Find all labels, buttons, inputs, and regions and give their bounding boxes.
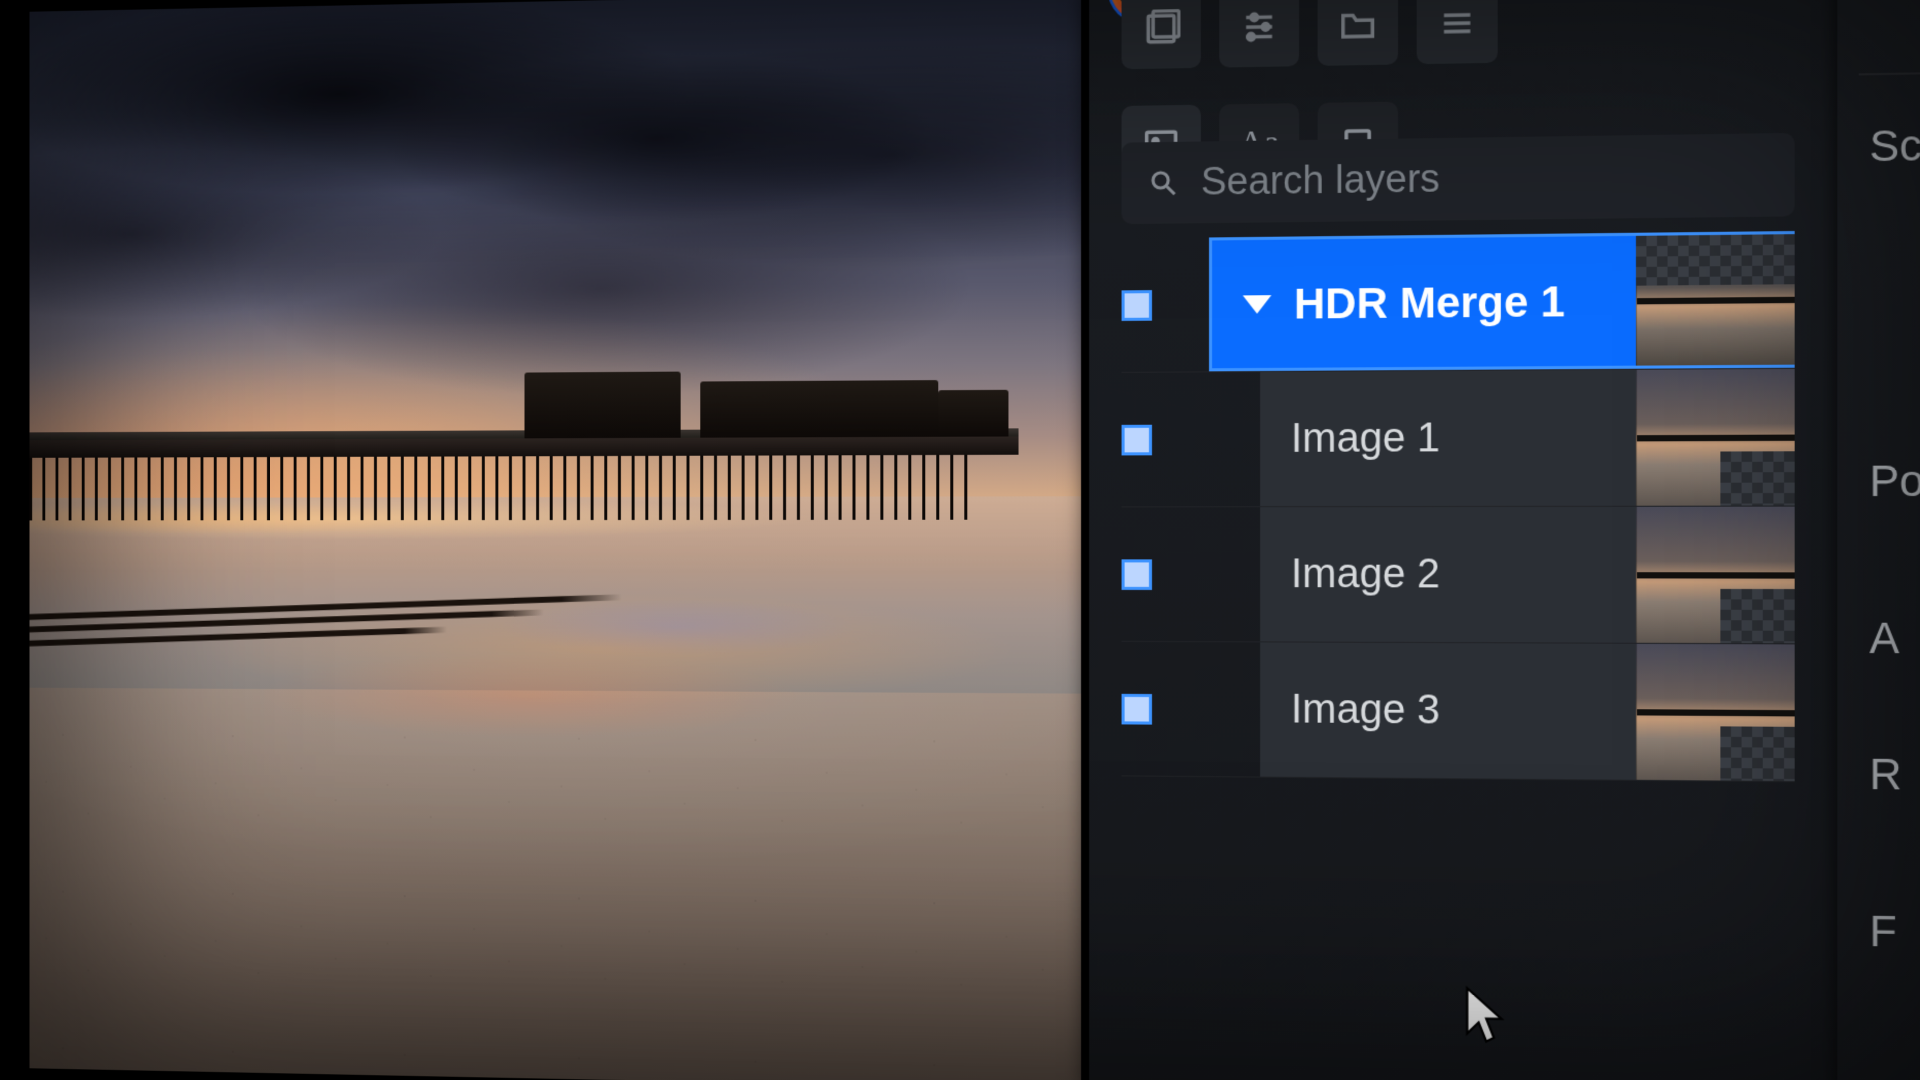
layer-thumbnail (1636, 644, 1795, 781)
layer-name: HDR Merge 1 (1294, 277, 1565, 329)
menu-button[interactable] (1417, 0, 1498, 64)
add-rect-layer-button[interactable] (1122, 0, 1201, 69)
right-panel-label[interactable]: F (1869, 906, 1896, 957)
panel-divider (1859, 71, 1920, 76)
layer-search-input[interactable] (1201, 153, 1767, 205)
layer-item[interactable]: Image 2 (1122, 507, 1795, 645)
layer-thumbnail (1636, 369, 1795, 506)
layer-visibility-toggle[interactable] (1122, 693, 1152, 724)
layers-list: HDR Merge 1 Image 1 Image 2 (1122, 231, 1795, 782)
canvas-viewport[interactable] (29, 0, 1089, 1080)
layer-visibility-toggle[interactable] (1122, 290, 1152, 321)
chevron-down-icon[interactable] (1243, 295, 1272, 314)
layer-visibility-toggle[interactable] (1122, 559, 1152, 590)
layer-item[interactable]: Image 3 (1122, 642, 1795, 782)
canvas-divider (1081, 0, 1089, 1080)
right-panel-label[interactable]: R (1869, 749, 1902, 800)
canvas-pier (29, 408, 1018, 520)
right-panel-label[interactable]: Sc (1869, 121, 1920, 172)
search-icon (1148, 167, 1179, 198)
folder-button[interactable] (1318, 0, 1398, 66)
adjustments-button[interactable] (1219, 0, 1299, 68)
layer-thumbnail (1636, 507, 1795, 644)
layers-panel: Aa HDR Merge 1 Image 1 (1089, 0, 1837, 1080)
right-properties-panel: Sc Po A R F (1837, 0, 1920, 1080)
layer-name: Image 3 (1291, 687, 1440, 734)
layer-thumbnail (1636, 234, 1795, 365)
layer-item[interactable]: Image 1 (1122, 369, 1795, 508)
layer-visibility-toggle[interactable] (1122, 424, 1152, 455)
layer-name: Image 1 (1291, 415, 1440, 462)
right-panel-label[interactable]: Po (1869, 456, 1920, 506)
layer-search[interactable] (1122, 133, 1795, 224)
canvas-reflection (29, 561, 1089, 782)
layer-group-hdr-merge[interactable]: HDR Merge 1 (1122, 231, 1795, 373)
layer-name: Image 2 (1291, 551, 1440, 597)
right-panel-label[interactable]: A (1869, 613, 1899, 663)
